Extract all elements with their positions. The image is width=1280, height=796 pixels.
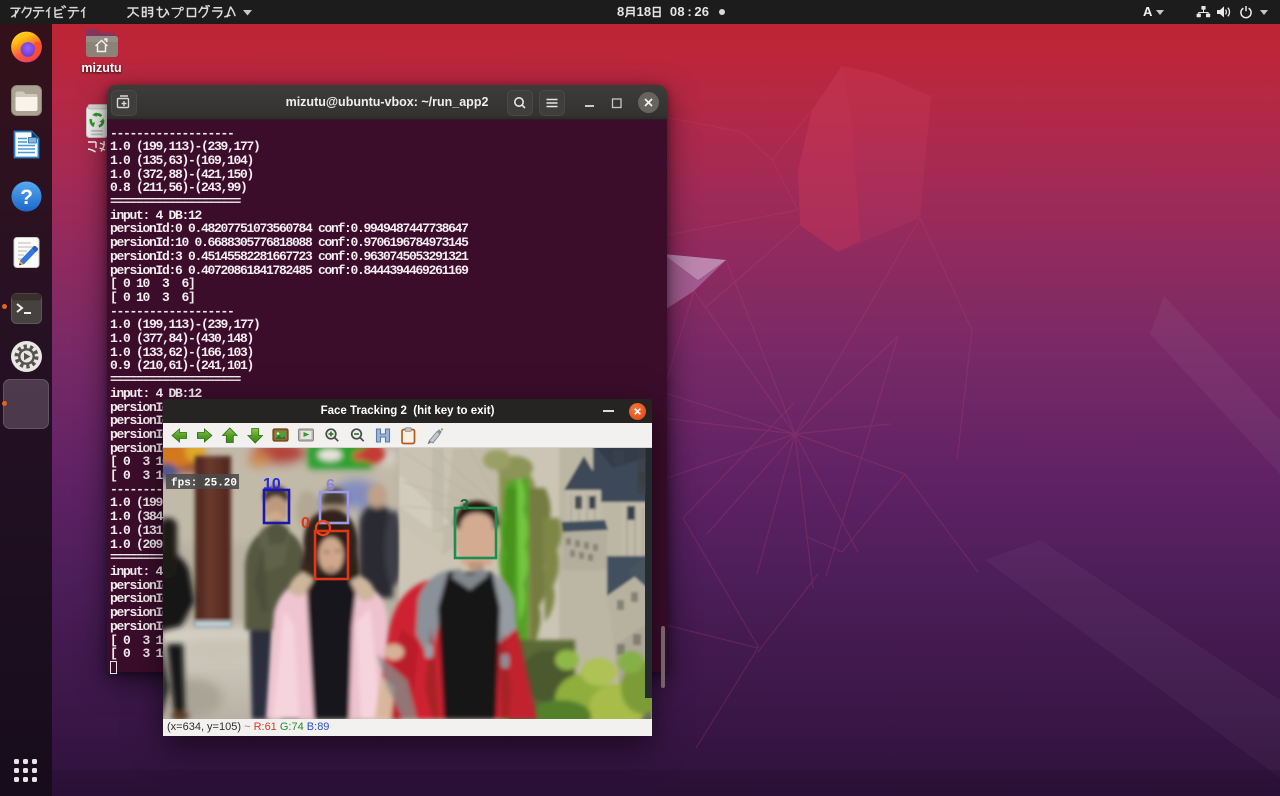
svg-text:10: 10 <box>263 476 281 493</box>
svg-text:0: 0 <box>301 515 310 532</box>
svg-text:?: ? <box>20 186 33 209</box>
svg-text:fps: 25.20: fps: 25.20 <box>171 478 237 490</box>
svg-text:3: 3 <box>460 497 469 514</box>
svg-text:6: 6 <box>326 477 335 494</box>
